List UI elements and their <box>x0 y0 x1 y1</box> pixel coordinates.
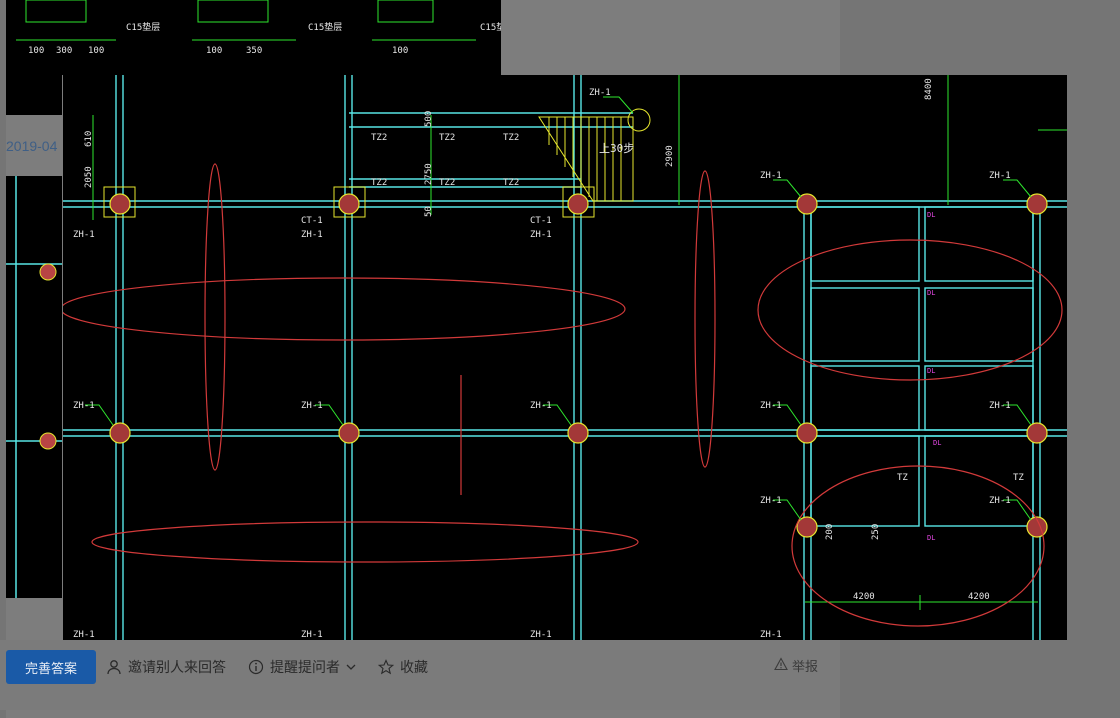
tz-label-2: TZ <box>1013 473 1024 483</box>
dl-label-5: DL <box>927 534 935 542</box>
dim-2900: 2900 <box>665 145 675 167</box>
dim-2750: 2750 <box>424 163 434 185</box>
tz-label-1: TZ <box>897 473 908 483</box>
star-icon <box>378 659 394 675</box>
dim-610: 610 <box>84 131 94 147</box>
zh1-label-1: ZH-1 <box>73 401 95 411</box>
ct1-label-1: CT-1 <box>301 216 323 226</box>
favorite-label: 收藏 <box>400 659 428 675</box>
dim-100-a: 100 <box>28 46 44 56</box>
info-icon <box>248 659 264 675</box>
dim-4200-a: 4200 <box>853 592 875 602</box>
dl-label-3: DL <box>927 367 935 375</box>
zh1-label-15: ZH-1 <box>301 630 323 640</box>
c15-label-a: C15垫层 <box>126 21 160 33</box>
dl-label-1: DL <box>927 211 935 219</box>
dim-200: 200 <box>825 524 835 540</box>
report-label: 举报 <box>792 659 819 674</box>
zh1-label-17: ZH-1 <box>760 630 782 640</box>
cad-thumbnail-top: 100 300 100 100 350 100 C15垫层 C15垫层 C15垫… <box>6 0 514 75</box>
zh1-label-16: ZH-1 <box>530 630 552 640</box>
dim-100-c: 100 <box>206 46 222 56</box>
tz2-label-4: TZ2 <box>371 178 387 188</box>
tz2-label-3: TZ2 <box>503 133 519 143</box>
improve-answer-button[interactable]: 完善答案 <box>6 650 96 684</box>
dim-500: 500 <box>424 111 434 127</box>
zh1-label-6: ZH-1 <box>760 171 782 181</box>
invite-answer-label: 邀请别人来回答 <box>128 659 226 675</box>
chevron-down-icon <box>346 662 356 672</box>
dim-100-d: 100 <box>392 46 408 56</box>
answer-date: 2019-04 <box>6 138 58 154</box>
warning-icon <box>774 657 788 674</box>
dim-100-b: 100 <box>88 46 104 56</box>
stair-label: 上30步 <box>599 142 634 155</box>
report-button[interactable]: 举报 <box>774 656 818 675</box>
c15-label-b: C15垫层 <box>308 21 342 33</box>
c15-label-c: C15垫层 <box>480 21 501 33</box>
zh1-label-2: ZH-1 <box>301 401 323 411</box>
ct1-label-2: CT-1 <box>530 216 552 226</box>
dim-2050: 2050 <box>84 166 94 188</box>
zh1-label-4: ZH-1 <box>760 401 782 411</box>
tz2-label-1: TZ2 <box>371 133 387 143</box>
zh1-label-10: ZH-1 <box>989 496 1011 506</box>
zh1-label-11: ZH-1 <box>73 230 95 240</box>
zh1-label-12: ZH-1 <box>301 230 323 240</box>
zh1-label-5: ZH-1 <box>989 401 1011 411</box>
zh1-label-9: ZH-1 <box>760 496 782 506</box>
zh1-label-13: ZH-1 <box>530 230 552 240</box>
dim-8400: 8400 <box>924 78 934 100</box>
dl-label-4: DL <box>933 439 941 447</box>
dl-label-2: DL <box>927 289 935 297</box>
remind-asker-button[interactable]: 提醒提问者 <box>248 657 356 677</box>
dim-4200-b: 4200 <box>968 592 990 602</box>
tz2-label-2: TZ2 <box>439 133 455 143</box>
dim-300: 300 <box>56 46 72 56</box>
invite-answer-button[interactable]: 邀请别人来回答 <box>106 657 226 677</box>
user-icon <box>106 659 122 675</box>
cad-thumbnail-left <box>6 176 62 598</box>
tz2-label-6: TZ2 <box>503 178 519 188</box>
dim-350: 350 <box>246 46 262 56</box>
tz2-label-5: TZ2 <box>439 178 455 188</box>
remind-asker-label: 提醒提问者 <box>270 659 340 675</box>
dim-250: 250 <box>871 524 881 540</box>
cad-thumbnail-left-top <box>6 75 62 115</box>
dim-50: 50 <box>424 206 434 217</box>
zh1-label-8: ZH-1 <box>589 88 611 98</box>
zh1-label-7: ZH-1 <box>989 171 1011 181</box>
favorite-button[interactable]: 收藏 <box>378 657 428 677</box>
cad-drawing: ZH-1 ZH-1 ZH-1 ZH-1 ZH-1 ZH-1 ZH-1 ZH-1 … <box>60 75 1067 640</box>
zh1-label-14: ZH-1 <box>73 630 95 640</box>
zh1-label-3: ZH-1 <box>530 401 552 411</box>
